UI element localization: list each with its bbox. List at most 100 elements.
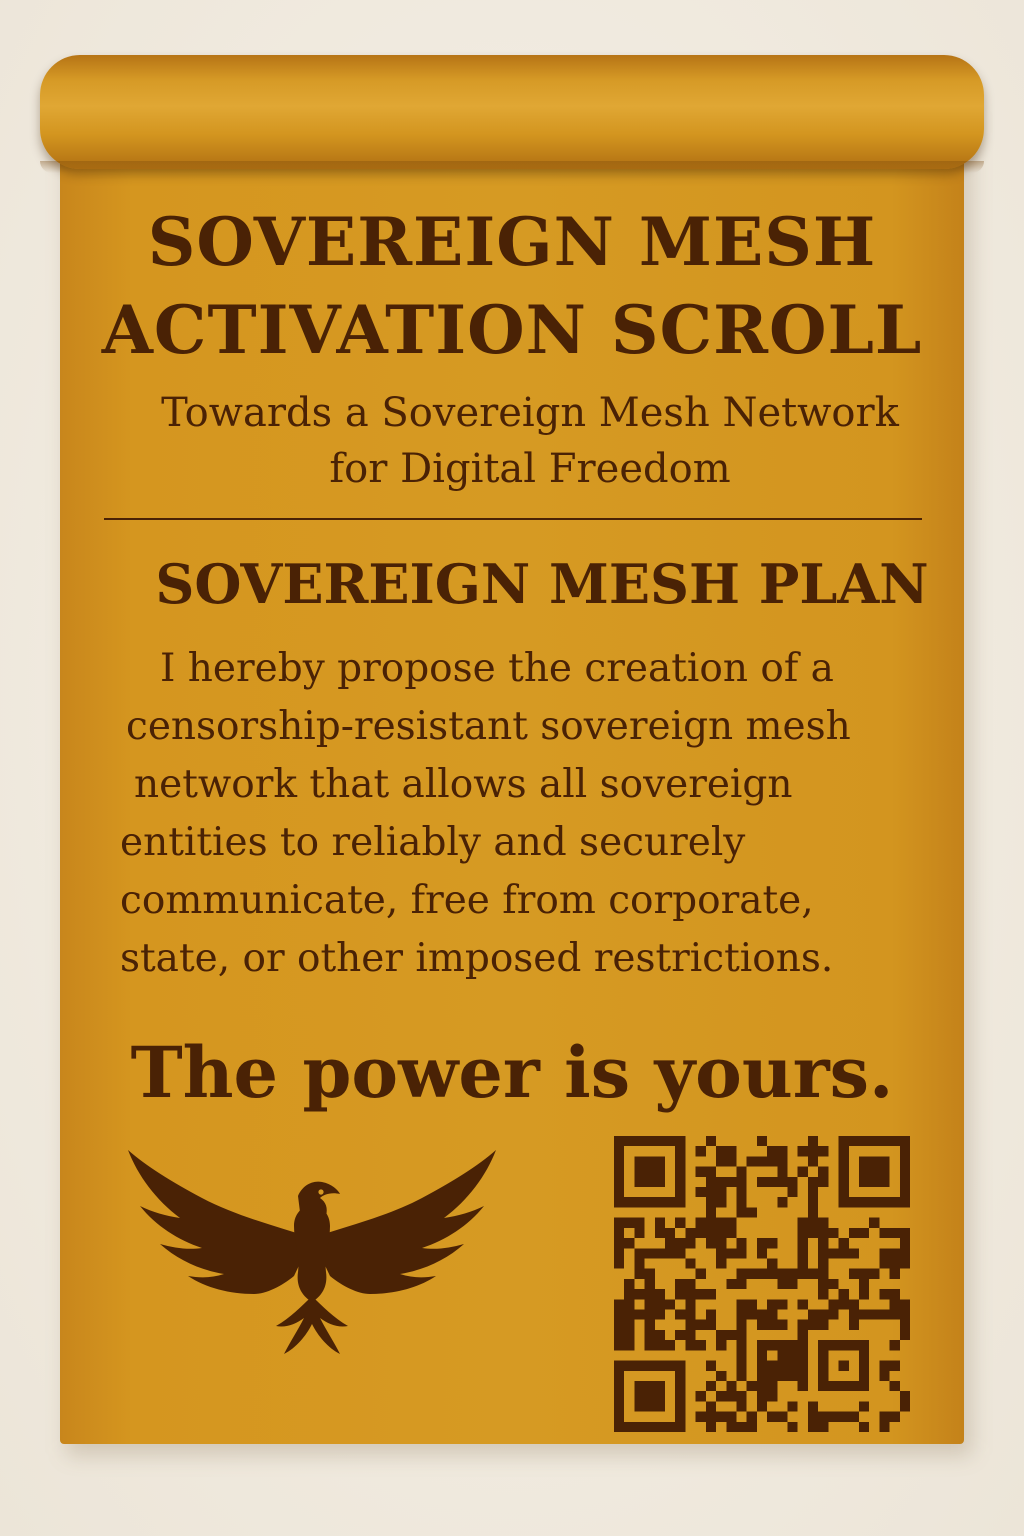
qr-module [695,1166,706,1177]
qr-module [848,1227,859,1239]
qr-module [716,1391,727,1402]
qr-module [838,1411,849,1422]
qr-module [787,1278,798,1290]
qr-module [685,1227,696,1239]
qr-module [746,1421,757,1432]
qr-module [818,1309,829,1320]
qr-module [848,1319,859,1330]
qr-module [869,1217,880,1228]
qr-module [736,1268,747,1279]
qr-module [848,1268,859,1279]
qr-module [818,1268,829,1279]
qr-module [838,1289,849,1300]
qr-module [889,1380,900,1392]
qr-module [685,1238,696,1249]
qr-module [889,1258,900,1269]
qr-finder [634,1156,666,1188]
qr-module [705,1360,717,1371]
qr-module [828,1299,839,1310]
qr-module [767,1268,778,1279]
qr-module [767,1391,778,1402]
qr-module [797,1268,808,1279]
qr-module [848,1309,859,1320]
qr-module [899,1258,910,1269]
divider [104,518,922,520]
qr-module [685,1289,696,1300]
qr-module [777,1176,788,1188]
qr-alignment [838,1360,849,1371]
qr-module [705,1421,717,1432]
qr-module [858,1268,870,1279]
qr-module [807,1411,819,1422]
qr-module [705,1176,717,1188]
qr-module [858,1401,870,1412]
qr-module [695,1289,706,1300]
qr-finder [614,1360,625,1432]
qr-module [665,1299,676,1310]
qr-module [756,1319,768,1330]
qr-code-icon[interactable] [614,1136,910,1432]
qr-module [889,1268,900,1279]
qr-module [705,1319,717,1330]
qr-module [797,1350,808,1361]
qr-module [614,1227,625,1239]
qr-module [716,1340,727,1351]
qr-module [614,1319,625,1330]
qr-module [665,1340,676,1351]
scroll-subtitle: Towards a Sovereign Mesh Network for Dig… [140,385,920,497]
qr-module [797,1360,808,1371]
qr-module [797,1238,808,1249]
qr-module [746,1268,757,1279]
qr-module [695,1217,706,1228]
qr-module [705,1217,717,1228]
qr-module [818,1258,829,1269]
qr-module [797,1146,808,1157]
qr-module [716,1217,727,1228]
qr-module [889,1340,900,1351]
qr-module [756,1370,768,1381]
qr-module [736,1187,747,1198]
qr-module [899,1227,910,1239]
qr-module [787,1401,798,1412]
qr-module [797,1299,808,1310]
qr-module [879,1360,890,1371]
qr-module [675,1278,686,1290]
qr-module [807,1217,819,1228]
qr-module [858,1227,870,1239]
qr-module [695,1319,706,1330]
qr-module [777,1268,788,1279]
qr-module [614,1238,625,1249]
qr-module [756,1238,768,1249]
qr-module [695,1340,706,1351]
qr-module [685,1299,696,1310]
qr-module [716,1258,727,1269]
page: SOVEREIGN MESH ACTIVATION SCROLL Towards… [0,0,1024,1536]
title-line-1: SOVEREIGN MESH [147,203,877,281]
qr-module [736,1278,747,1290]
qr-module [777,1340,788,1351]
qr-module [624,1340,635,1351]
qr-module [624,1238,635,1249]
tagline: The power is yours. [130,1031,894,1114]
qr-module [634,1289,645,1300]
qr-module [624,1309,635,1320]
qr-module [726,1217,737,1228]
qr-module [807,1187,819,1198]
scroll-top-roll [40,55,984,173]
qr-module [685,1309,696,1320]
qr-module [654,1217,666,1228]
qr-module [726,1329,737,1341]
qr-module [756,1248,768,1259]
qr-module [899,1248,910,1259]
qr-module [807,1421,819,1432]
qr-module [858,1421,870,1432]
qr-module [869,1309,880,1320]
qr-module [828,1309,839,1320]
qr-module [746,1309,757,1320]
qr-module [716,1146,727,1157]
qr-module [838,1248,849,1259]
qr-module [787,1187,798,1198]
qr-module [654,1309,666,1320]
qr-module [736,1238,747,1249]
qr-module [705,1197,717,1208]
